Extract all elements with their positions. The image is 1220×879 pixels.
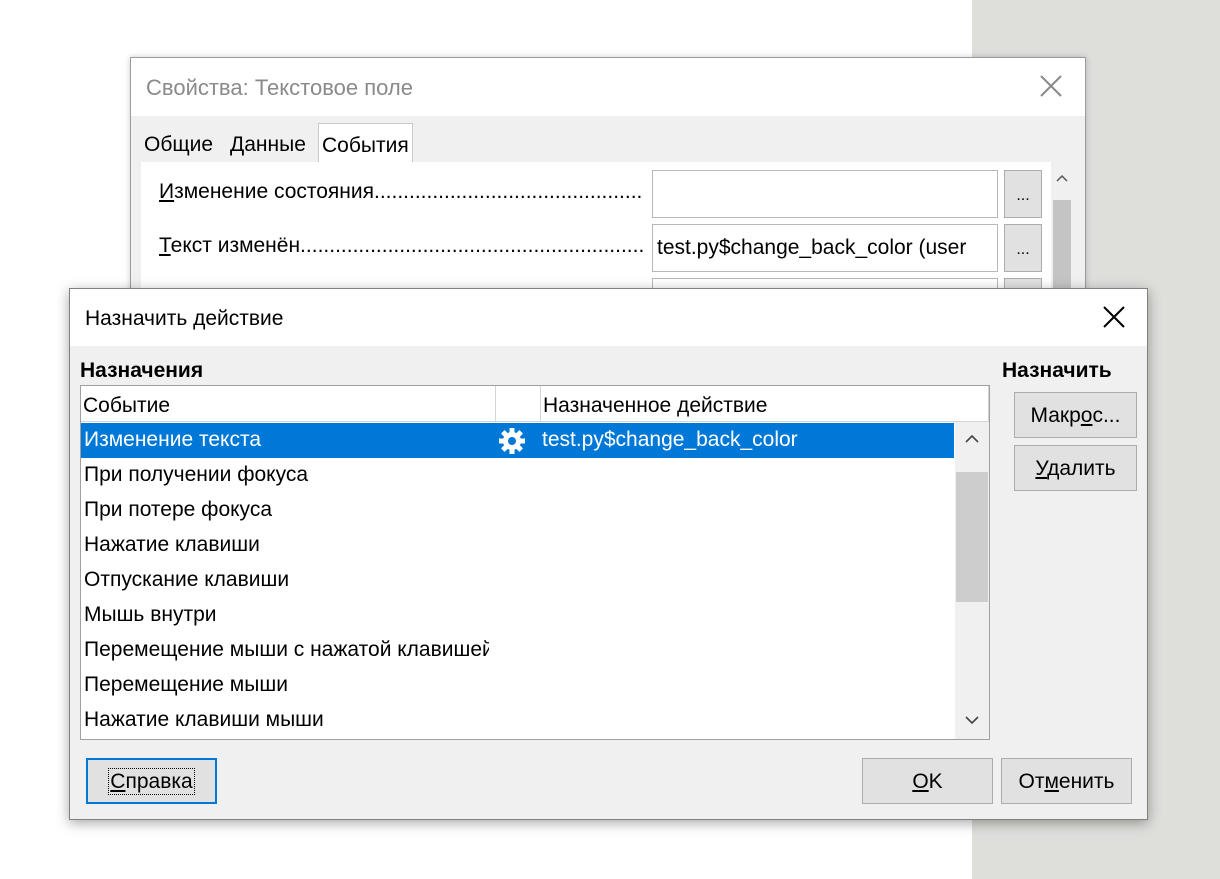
event-macro-field[interactable]: test.py$change_back_color (user [652,224,998,272]
cancel-button[interactable]: Отменить [1001,758,1132,804]
column-header-event[interactable]: Событие [81,386,496,422]
delete-button[interactable]: Удалить [1014,445,1137,491]
tree-scrollbar[interactable] [955,422,989,739]
column-header-icon[interactable] [496,386,541,422]
event-name: Мышь внутри [84,603,217,626]
properties-title: Свойства: Текстовое поле [146,75,413,100]
tree-row[interactable]: Перемещение мыши с нажатой клавишей [81,633,954,668]
event-name: Нажатие клавиши [84,533,260,556]
assign-titlebar: Назначить действие [70,289,1147,346]
tree-row[interactable]: Отпускание клавиши [81,563,954,598]
chevron-down-icon[interactable] [964,714,980,726]
browse-button[interactable]: ... [1004,170,1042,218]
tree-row[interactable]: При получении фокуса [81,458,954,493]
tree-row[interactable]: При потере фокуса [81,493,954,528]
tree-row[interactable]: Нажатие клавиши мыши [81,703,954,738]
tab-events[interactable]: События [318,123,413,163]
gear-icon [499,428,525,454]
tree-header: Событие Назначенное действие [81,386,989,422]
close-icon[interactable] [1101,304,1127,330]
event-name: Перемещение мыши с нажатой клавишей [84,638,489,661]
help-button[interactable]: Справка [86,758,217,804]
chevron-up-icon[interactable] [964,433,980,445]
tree-row[interactable]: Нажатие клавиши [81,528,954,563]
chevron-up-icon[interactable] [1055,172,1069,184]
event-name: При получении фокуса [84,463,309,486]
event-macro-field[interactable] [652,170,998,218]
tree-row[interactable]: Перемещение мыши [81,668,954,703]
assign-label: Назначить [1002,359,1112,382]
assign-action-dialog: Назначить действие Назначения Назначить … [69,288,1148,820]
tree-row[interactable]: Изменение текста test.py$change_back_col… [81,423,954,458]
assigned-action: test.py$change_back_color [542,428,798,451]
event-name: При потере фокуса [84,498,273,521]
tree-row[interactable]: Мышь внутри [81,598,954,633]
event-label: Изменение состояния.....................… [159,180,644,203]
event-name: Нажатие клавиши мыши [84,708,324,731]
column-header-action[interactable]: Назначенное действие [541,386,989,422]
properties-dialog: Свойства: Текстовое поле Общие Данные Со… [130,57,1086,326]
event-label: Текст изменён...........................… [159,234,644,257]
events-tree[interactable]: Событие Назначенное действие Изменение т… [80,385,990,740]
event-name: Отпускание клавиши [84,568,290,591]
event-name: Изменение текста [84,428,262,451]
browse-button[interactable]: ... [1004,224,1042,272]
ok-button[interactable]: ОK [862,758,993,804]
properties-titlebar: Свойства: Текстовое поле [131,58,1085,116]
tab-data[interactable]: Данные [227,123,309,163]
event-row-text-changed: Текст изменён...........................… [150,224,1042,272]
event-row-state-changed: Изменение состояния.....................… [150,170,1042,218]
event-name: Перемещение мыши [84,673,288,696]
assign-title: Назначить действие [85,307,284,330]
tab-general[interactable]: Общие [141,123,216,163]
assignments-label: Назначения [80,359,204,382]
macro-button[interactable]: Макрос... [1014,392,1137,438]
close-icon[interactable] [1037,72,1065,100]
scrollbar-thumb[interactable] [956,472,988,602]
